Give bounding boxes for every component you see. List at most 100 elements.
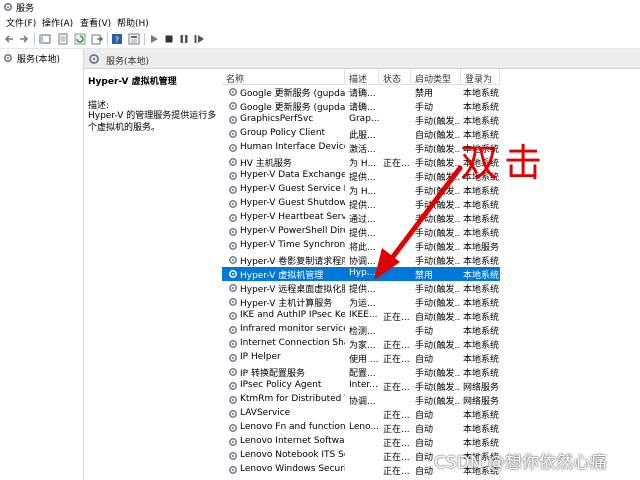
table-row[interactable]: Hyper-V 主机计算服务 为运... 手动(触发... 本地系统 (222, 295, 500, 309)
service-logon-as: 本地系统 (463, 89, 500, 99)
service-description: 激活... (349, 145, 376, 155)
service-status: 正在... (383, 425, 410, 435)
export-icon[interactable] (91, 33, 103, 45)
restart-icon[interactable] (193, 33, 205, 45)
service-gear-icon (229, 116, 237, 124)
table-row[interactable]: Hyper-V Heartbeat Service 通过... 手动(触发...本地… (222, 211, 500, 225)
table-row[interactable]: IP 转换配置服务 配置... 手动(触发... 本地系统 (222, 365, 500, 379)
table-row[interactable]: Hyper-V Guest Service Int... 为 H... 手动(触发.… (222, 183, 500, 197)
properties-icon[interactable] (128, 33, 140, 45)
service-gear-icon (229, 466, 237, 474)
column-header-status[interactable]: 状态 (379, 69, 411, 85)
service-logon-as: 本地系统 (463, 257, 500, 267)
service-gear-icon (229, 382, 237, 390)
table-row[interactable]: IP Helper 使用 ... 正在... 自动 本地系统 (222, 351, 500, 365)
title-bar: 服务 (0, 0, 640, 15)
description-pane: Hyper-V 虚拟机管理 描述: Hyper-V 的管理服务提供运行多个虚拟机… (84, 69, 222, 480)
service-description: IKEE... (349, 310, 378, 320)
service-description: 请确... (349, 89, 376, 99)
service-status: 正在... (383, 453, 410, 463)
table-row[interactable]: Hyper-V 远程桌面虚拟化服... 提供... 手动(触发...本地系统 (222, 281, 500, 295)
toolbar: ? (0, 30, 640, 49)
table-row[interactable]: Infrared monitor service 检测... 手动 本地系统 (222, 323, 500, 337)
description-text: Hyper-V 的管理服务提供运行多个虚拟机的服务。 (88, 111, 217, 133)
table-row[interactable]: Lenovo Internet Software F...正在...自动本地系统 (222, 435, 500, 449)
menu-bar: 文件(F) 操作(A) 查看(V) 帮助(H) (0, 15, 640, 30)
table-row[interactable]: Human Interface Device S... 激活... 手动(触发...… (222, 141, 500, 155)
services-gear-icon (3, 53, 13, 63)
service-startup-type: 禁用 (415, 89, 434, 99)
service-name: Hyper-V PowerShell Direct... (240, 226, 345, 236)
service-status: 正在... (383, 355, 410, 365)
forward-arrow-icon[interactable] (18, 33, 30, 45)
service-gear-icon (229, 270, 237, 278)
table-row[interactable]: Google 更新服务 (gupdate) 请确... 禁用 本地系统 (222, 85, 500, 99)
console-tree: 服务(本地) (0, 49, 84, 480)
service-gear-icon (229, 102, 237, 110)
service-description: 检测... (349, 327, 376, 337)
service-logon-as: 本地系统 (463, 201, 500, 211)
service-status: 正在... (383, 411, 410, 421)
table-row[interactable]: HV 主机服务为 H... 正在... 手动(触发... 本地系统 (222, 155, 500, 169)
menu-file[interactable]: 文件(F) (6, 16, 36, 29)
service-name: Lenovo Fn and function ke... (240, 422, 345, 432)
service-gear-icon (229, 284, 237, 292)
table-row[interactable]: Group Policy Client 此服... 自动(触发... 本地系统 (222, 127, 500, 141)
service-name: Infrared monitor service (240, 324, 345, 334)
play-icon[interactable] (148, 33, 160, 45)
column-header-description[interactable]: 描述 (345, 69, 379, 85)
table-row[interactable]: LAVService 正在... 自动 本地系统 (222, 407, 500, 421)
service-gear-icon (229, 144, 237, 152)
service-gear-icon (229, 452, 237, 460)
service-startup-type: 手动 (415, 327, 434, 337)
table-row[interactable]: Hyper-V PowerShell Direct... 提供... 手动(触发..… (222, 225, 500, 239)
services-list[interactable]: 名称 描述 状态 启动类型 登录为 Google 更新服务 (gupdate) 请… (222, 69, 500, 480)
service-description: 配置... (349, 369, 376, 379)
stop-icon[interactable] (163, 33, 175, 45)
service-startup-type: 手动(触发... (415, 187, 461, 197)
console-tree-icon[interactable] (39, 33, 51, 45)
menu-help[interactable]: 帮助(H) (117, 16, 149, 29)
table-row[interactable]: IKE and AuthIP IPsec Keyin... IKEE... 正在..… (222, 309, 500, 323)
help-icon[interactable]: ? (111, 33, 123, 45)
service-name: LAVService (240, 408, 291, 418)
table-row[interactable]: Hyper-V 虚拟机管理 Hyp... 禁用 本地系统 (222, 267, 500, 281)
back-arrow-icon[interactable] (3, 33, 15, 45)
table-row[interactable]: GraphicsPerfSvc Grap... 手动(触发... 本地系统 (222, 113, 500, 127)
menu-view[interactable]: 查看(V) (80, 16, 111, 29)
service-name: HV 主机服务 (240, 159, 292, 169)
service-startup-type: 手动(触发... (415, 243, 461, 253)
service-gear-icon (229, 130, 237, 138)
service-startup-type: 禁用 (415, 271, 434, 281)
service-name: KtmRm for Distributed Tra... (240, 394, 345, 404)
table-row[interactable]: Hyper-V Data Exchange Se... 提供... 手动(触发...… (222, 169, 500, 183)
service-logon-as: 本地系统 (463, 313, 500, 323)
service-description: 提供... (349, 229, 376, 239)
service-description: 为运... (349, 299, 376, 309)
table-row[interactable]: Hyper-V Time Synchroniza... 将此... 手动(触发...… (222, 239, 500, 253)
table-row[interactable]: Hyper-V 卷影复制请求程序 协调... 手动(触发... 本地系统 (222, 253, 500, 267)
menu-action[interactable]: 操作(A) (42, 16, 73, 29)
column-header-logon-as[interactable]: 登录为 (461, 69, 500, 85)
table-row[interactable]: KtmRm for Distributed Tra... 协调... 手动(触发..… (222, 393, 500, 407)
table-row[interactable]: IPsec Policy Agent Inter... 正在... 手动(触发... 网… (222, 379, 500, 393)
service-description: Grap... (349, 114, 379, 124)
table-row[interactable]: Google 更新服务 (gupdate... 请确... 手动 本地系统 (222, 99, 500, 113)
pause-icon[interactable] (178, 33, 190, 45)
refresh-icon[interactable] (74, 33, 86, 45)
service-gear-icon (229, 172, 237, 180)
table-row[interactable]: Lenovo Fn and function ke... Leno... 正在...… (222, 421, 500, 435)
service-name: IPsec Policy Agent (240, 380, 322, 390)
service-gear-icon (229, 214, 237, 222)
pane-header-label: 服务(本地) (106, 57, 150, 67)
export-list-icon[interactable] (57, 33, 69, 45)
service-status: 正在... (383, 383, 410, 393)
column-header-startup-type[interactable]: 启动类型 (411, 69, 461, 85)
service-logon-as: 本地系统 (463, 229, 500, 239)
service-startup-type: 手动(触发... (415, 215, 461, 225)
service-startup-type: 自动(触发... (415, 131, 461, 141)
column-header-name[interactable]: 名称 (222, 69, 345, 85)
service-name: Human Interface Device S... (240, 142, 345, 152)
table-row[interactable]: Internet Connection Sharin... 为家... 正在... 手… (222, 337, 500, 351)
table-row[interactable]: Hyper-V Guest Shutdown ... 提供... 手动(触发...本… (222, 197, 500, 211)
